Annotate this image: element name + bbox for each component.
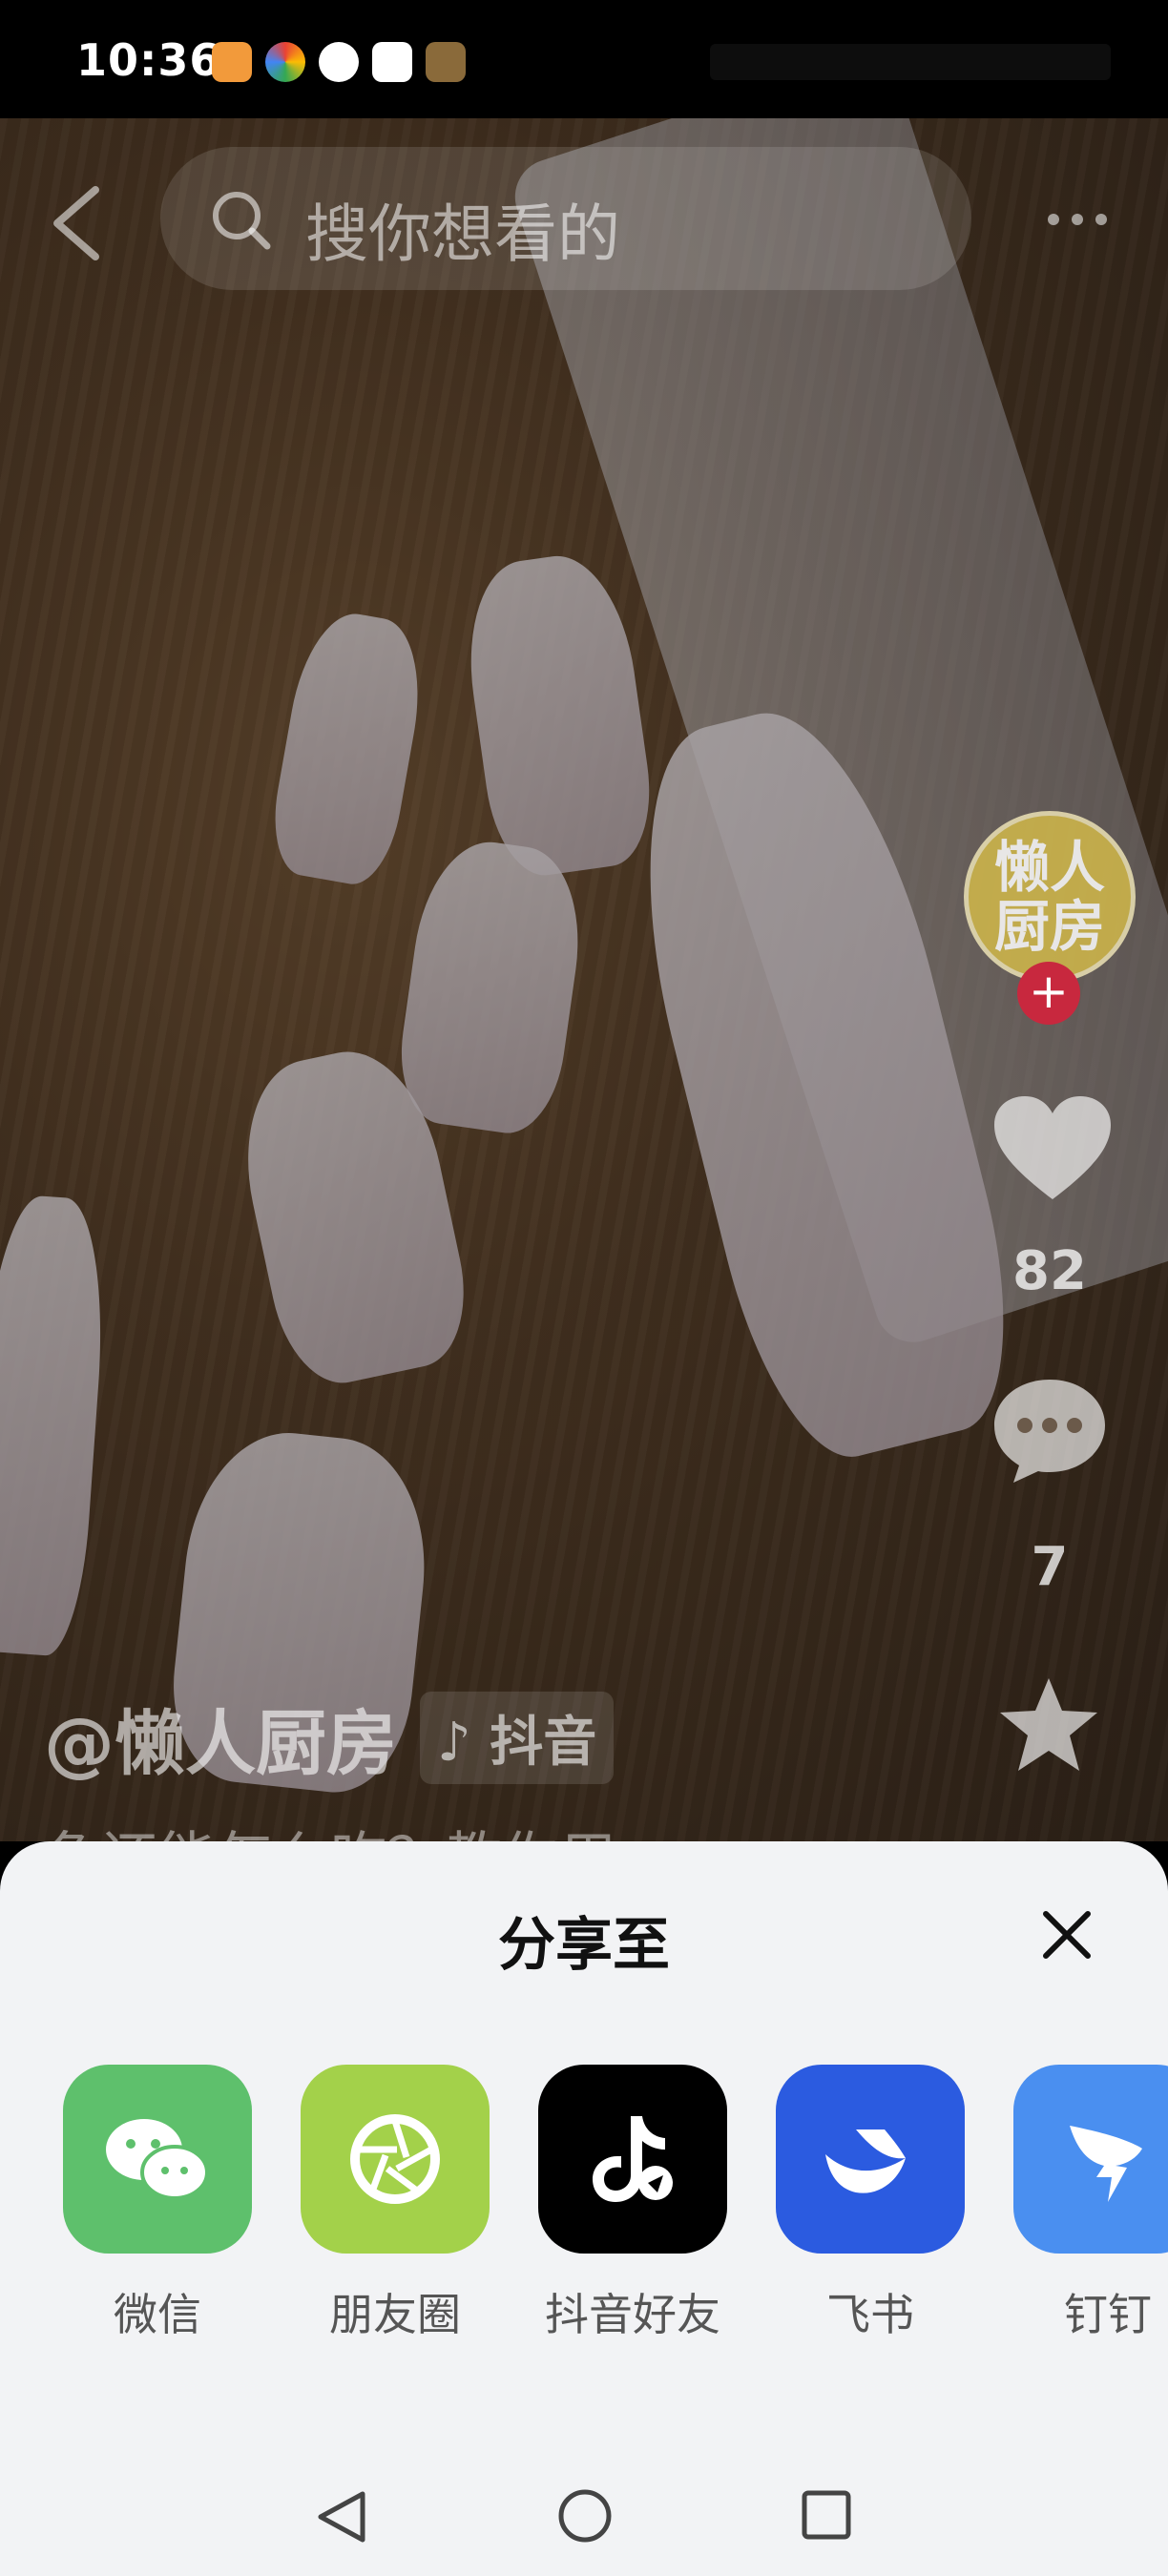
- moments-icon: [350, 2114, 440, 2204]
- douyin-icon: [593, 2116, 673, 2202]
- comment-button[interactable]: [989, 1374, 1111, 1486]
- favorite-button[interactable]: [996, 1674, 1101, 1779]
- feishu-tile: [776, 2065, 965, 2254]
- share-app-moments[interactable]: 朋友圈: [301, 2065, 491, 2343]
- share-app-label: 钉钉: [1064, 2289, 1152, 2340]
- more-button[interactable]: [1044, 210, 1111, 229]
- search-icon: [213, 192, 271, 250]
- comment-icon: [994, 1380, 1105, 1483]
- nav-recents-button[interactable]: [800, 2488, 853, 2542]
- dingtalk-icon: [1070, 2126, 1142, 2202]
- status-system-icons: [710, 44, 1111, 80]
- chevron-left-icon: [53, 186, 99, 260]
- like-count: 82: [1012, 1240, 1087, 1302]
- moments-tile: [301, 2065, 490, 2254]
- game-app-icon: [426, 42, 466, 82]
- back-button[interactable]: [38, 176, 115, 271]
- feishu-icon: [825, 2129, 906, 2193]
- square-recents-icon: [802, 2490, 851, 2540]
- music-app-icon: [372, 42, 412, 82]
- douyin-tile: [538, 2065, 727, 2254]
- wechat-tile: [63, 2065, 252, 2254]
- status-time: 10:36: [76, 34, 221, 86]
- heart-icon: [994, 1096, 1111, 1199]
- dingtalk-tile: [1013, 2065, 1168, 2254]
- share-app-label: 抖音好友: [545, 2289, 720, 2340]
- color-app-icon: [265, 42, 305, 82]
- like-button[interactable]: [991, 1092, 1115, 1207]
- share-app-label: 微信: [114, 2289, 201, 2340]
- top-bar: 搜你想看的: [0, 118, 1168, 319]
- close-button[interactable]: [1038, 1906, 1095, 1963]
- wechat-icon: [106, 2119, 209, 2200]
- share-app-label: 朋友圈: [329, 2289, 461, 2340]
- share-apps-row: 微信 朋友圈 抖音好友 飞书 钉钉: [0, 2065, 1168, 2351]
- nav-home-button[interactable]: [557, 2488, 613, 2544]
- share-app-dingtalk[interactable]: 钉钉: [1013, 2065, 1168, 2343]
- system-nav-bar: [0, 2452, 1168, 2576]
- creator-avatar[interactable]: 懒人厨房: [964, 811, 1136, 983]
- comment-count: 7: [1031, 1536, 1069, 1598]
- share-sheet-title: 分享至: [498, 1912, 670, 1979]
- circle-home-icon: [558, 2489, 612, 2543]
- close-icon: [1043, 1911, 1091, 1959]
- status-bar: 10:36: [0, 0, 1168, 118]
- avatar-logo-text: 懒人厨房: [993, 835, 1105, 959]
- more-dots-icon: [1048, 214, 1107, 225]
- share-app-feishu[interactable]: 飞书: [776, 2065, 967, 2343]
- triangle-back-icon: [318, 2491, 365, 2543]
- follow-button[interactable]: +: [1017, 962, 1080, 1025]
- author-info: @懒人厨房 ♪ 抖音: [44, 1687, 615, 1789]
- share-app-label: 飞书: [826, 2289, 914, 2340]
- notification-icons: [212, 42, 466, 82]
- share-app-douyin-friends[interactable]: 抖音好友: [538, 2065, 729, 2343]
- star-icon: [1000, 1678, 1097, 1771]
- health-app-icon: [212, 42, 252, 82]
- search-bar[interactable]: 搜你想看的: [160, 147, 971, 290]
- wechat-status-icon: [319, 42, 359, 82]
- search-placeholder: 搜你想看的: [305, 197, 620, 271]
- share-app-wechat[interactable]: 微信: [63, 2065, 254, 2343]
- nav-back-button[interactable]: [315, 2488, 368, 2545]
- author-handle[interactable]: @懒人厨房: [44, 1687, 397, 1789]
- platform-tag: ♪ 抖音: [420, 1692, 615, 1784]
